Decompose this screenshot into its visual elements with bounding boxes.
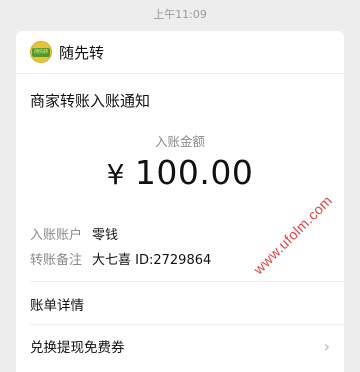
status-time: 上午11:09 [153, 8, 207, 21]
divider [30, 281, 344, 282]
detail-label: 入账账户 [30, 228, 83, 243]
divider [30, 324, 344, 325]
redeem-coupon-label: 兑换提现免费券 [30, 340, 125, 356]
redeem-coupon-link[interactable]: 兑换提现免费券 › [30, 336, 330, 357]
app-header[interactable]: 随先转 随先转 [16, 31, 344, 74]
detail-row-account: 入账账户 零钱 [30, 224, 118, 243]
amount-number: 100.00 [134, 153, 254, 192]
chevron-right-icon: › [323, 336, 330, 356]
detail-value: 零钱 [92, 228, 119, 243]
bill-details-link[interactable]: 账单详情 [30, 294, 330, 314]
detail-value: 大七喜 ID:2729864 [92, 253, 212, 268]
notification-card[interactable]: 随先转 随先转 商家转账入账通知 入账金额 ¥100.00 入账账户 零钱 转账… [16, 31, 344, 372]
app-name: 随先转 [59, 43, 105, 62]
notice-title: 商家转账入账通知 [30, 92, 151, 110]
detail-row-remark: 转账备注 大七喜 ID:2729864 [30, 249, 211, 268]
currency-symbol: ¥ [106, 158, 125, 191]
suixianzhuan-logo-icon: 随先转 [30, 41, 52, 63]
bill-details-label: 账单详情 [30, 298, 84, 314]
detail-label: 转账备注 [30, 253, 83, 268]
amount-value: ¥100.00 [16, 153, 344, 192]
amount-label: 入账金额 [154, 134, 205, 149]
